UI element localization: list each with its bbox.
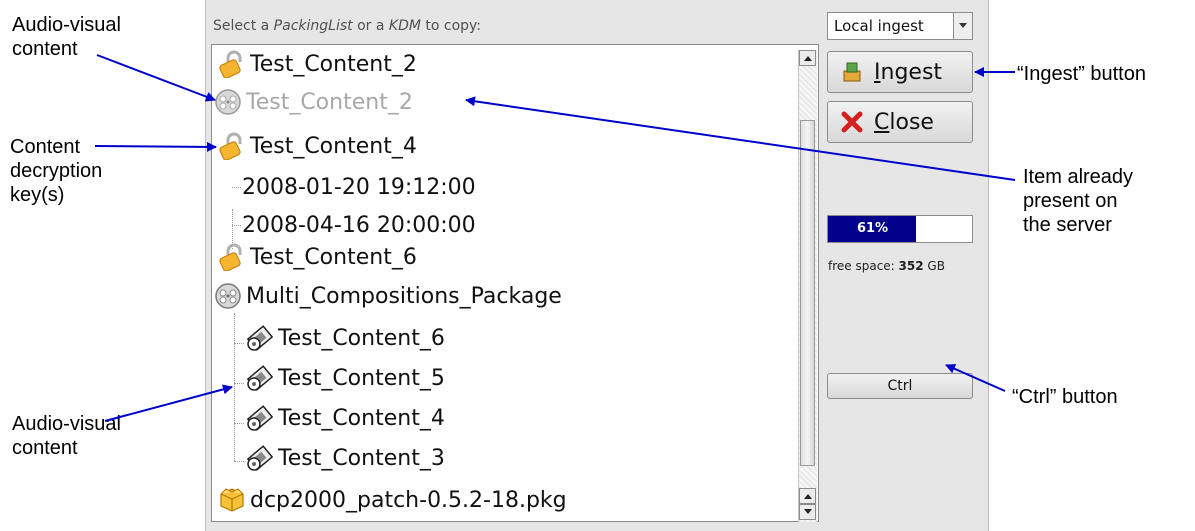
list-item-pkl-test-content-2[interactable]: Test_Content_2 bbox=[218, 45, 417, 83]
annotation-line: the server bbox=[1023, 214, 1112, 236]
film-strip-icon bbox=[246, 325, 274, 351]
ingest-button[interactable]: Ingest bbox=[827, 51, 973, 93]
arrow-down-icon bbox=[803, 509, 812, 514]
list-item-cpl-test-content-3[interactable]: Test_Content_3 bbox=[246, 439, 445, 477]
annotation-av-content-top: Audio-visual content bbox=[12, 13, 121, 61]
list-item-label: Test_Content_2 bbox=[246, 89, 413, 115]
annotation-line: Content bbox=[10, 136, 81, 158]
close-icon bbox=[841, 111, 863, 133]
tree-connector bbox=[234, 343, 244, 344]
annotation-line: content bbox=[12, 38, 78, 60]
list-item-label: 2008-04-16 20:00:00 bbox=[242, 212, 476, 238]
select-prompt: Select a PackingList or a KDM to copy: bbox=[213, 18, 481, 34]
list-item-label: Test_Content_5 bbox=[278, 365, 445, 391]
list-item-label: Multi_Compositions_Package bbox=[246, 283, 562, 309]
chevron-down-icon[interactable] bbox=[953, 13, 972, 39]
list-item-package-file[interactable]: dcp2000_patch-0.5.2-18.pkg bbox=[218, 481, 567, 519]
annotation-ctrl-button: “Ctrl” button bbox=[1012, 386, 1118, 408]
progress-label: 61% bbox=[856, 221, 889, 236]
list-item-label: 2008-01-20 19:12:00 bbox=[242, 174, 476, 200]
annotation-already-present: Item already present on the server bbox=[1023, 165, 1133, 237]
annotation-line: content bbox=[12, 437, 78, 459]
disk-usage-progress: 61% bbox=[827, 215, 973, 243]
close-button[interactable]: Close bbox=[827, 101, 973, 143]
content-list[interactable]: Test_Content_2 Test_Content_2 Test_Conte… bbox=[211, 44, 819, 522]
prompt-packinglist: PackingList bbox=[273, 18, 353, 34]
list-item-label: Test_Content_6 bbox=[250, 244, 417, 270]
tree-connector bbox=[234, 313, 235, 461]
ctrl-button[interactable]: Ctrl bbox=[827, 373, 973, 399]
tree-connector bbox=[234, 383, 244, 384]
list-item-cpl-test-content-5[interactable]: Test_Content_5 bbox=[246, 359, 445, 397]
film-strip-icon bbox=[246, 405, 274, 431]
annotation-av-content-bottom: Audio-visual content bbox=[12, 412, 121, 460]
annotation-line: decryption bbox=[10, 160, 103, 182]
free-space-value: 352 bbox=[898, 259, 924, 273]
lock-icon bbox=[219, 132, 242, 160]
scroll-down-button[interactable] bbox=[799, 504, 816, 520]
arrow-cdk bbox=[94, 141, 217, 152]
list-item-kdm-test-content-4[interactable]: Test_Content_4 bbox=[218, 127, 417, 165]
scroll-up-button-bottom[interactable] bbox=[799, 488, 816, 504]
tree-connector bbox=[232, 225, 241, 226]
free-space-unit: GB bbox=[923, 259, 945, 273]
list-item-cpl-test-content-6[interactable]: Test_Content_6 bbox=[246, 319, 445, 357]
ingest-mode-value: Local ingest bbox=[834, 17, 924, 35]
film-strip-icon bbox=[246, 445, 274, 471]
scroll-thumb[interactable] bbox=[800, 120, 815, 466]
free-space-prefix: free space: bbox=[828, 259, 899, 273]
annotation-line: Audio-visual bbox=[12, 14, 121, 36]
list-item-label: Test_Content_4 bbox=[250, 133, 417, 159]
close-mnemonic: C bbox=[874, 109, 890, 135]
list-item-label: Test_Content_3 bbox=[278, 445, 445, 471]
lock-icon bbox=[219, 50, 242, 78]
film-reel-icon bbox=[215, 283, 241, 309]
tree-connector bbox=[232, 187, 241, 188]
package-icon bbox=[220, 488, 244, 512]
close-label: lose bbox=[889, 109, 934, 135]
arrow-up-icon bbox=[803, 56, 812, 61]
film-reel-icon bbox=[215, 89, 241, 115]
list-item-cpl-test-content-4[interactable]: Test_Content_4 bbox=[246, 399, 445, 437]
list-item-cpl-test-content-2[interactable]: Test_Content_2 bbox=[214, 83, 413, 121]
list-item-label: dcp2000_patch-0.5.2-18.pkg bbox=[250, 487, 567, 513]
list-item-kdm-date-1[interactable]: 2008-01-20 19:12:00 bbox=[242, 168, 476, 206]
list-item-kdm-test-content-6[interactable]: Test_Content_6 bbox=[218, 238, 417, 276]
annotation-ingest-button: “Ingest” button bbox=[1017, 63, 1146, 85]
lock-icon bbox=[219, 243, 242, 271]
list-item-label: Test_Content_2 bbox=[250, 51, 417, 77]
prompt-kdm: KDM bbox=[388, 18, 421, 34]
list-scrollbar[interactable] bbox=[798, 50, 817, 522]
film-strip-icon bbox=[246, 365, 274, 391]
prompt-text-3: to copy: bbox=[420, 18, 482, 34]
tree-connector bbox=[234, 423, 244, 424]
list-item-label: Test_Content_6 bbox=[278, 325, 445, 351]
ctrl-label: Ctrl bbox=[887, 378, 913, 394]
ingest-label: ngest bbox=[880, 59, 943, 85]
prompt-text-2: or a bbox=[352, 18, 389, 34]
free-space-readout: free space: 352 GB bbox=[828, 259, 945, 273]
annotation-cdk: Content decryption key(s) bbox=[10, 135, 102, 207]
tree-connector bbox=[234, 461, 244, 462]
list-item-label: Test_Content_4 bbox=[278, 405, 445, 431]
annotation-line: key(s) bbox=[10, 184, 65, 206]
arrow-av-top bbox=[96, 54, 216, 102]
annotation-line: present on bbox=[1023, 190, 1118, 212]
annotation-line: Audio-visual bbox=[12, 413, 121, 435]
ingest-mode-select[interactable]: Local ingest bbox=[827, 12, 973, 40]
annotation-line: Item already bbox=[1023, 166, 1134, 188]
list-item-multi-compositions-package[interactable]: Multi_Compositions_Package bbox=[214, 277, 562, 315]
scroll-up-button[interactable] bbox=[799, 50, 816, 66]
ingest-icon bbox=[843, 62, 861, 82]
arrow-up-icon bbox=[803, 494, 812, 499]
prompt-text-1: Select a bbox=[213, 18, 274, 34]
